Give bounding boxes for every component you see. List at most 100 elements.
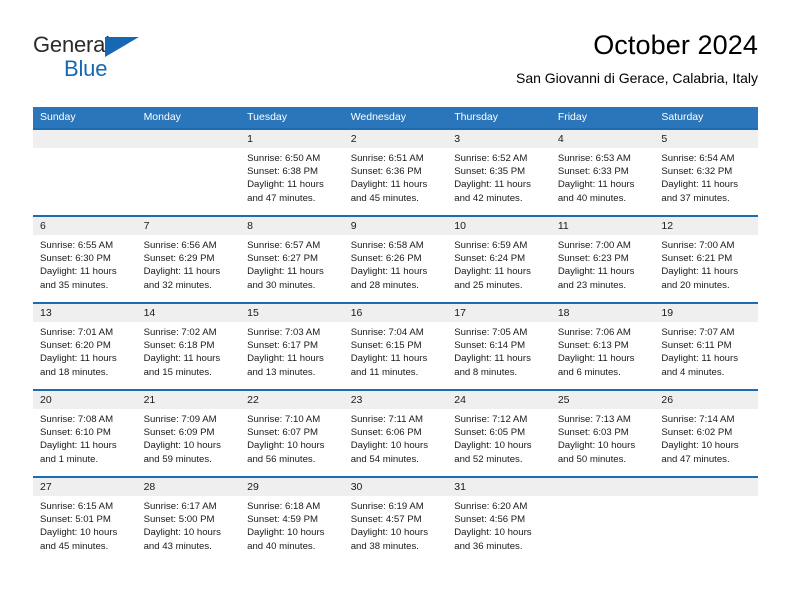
calendar-day-cell[interactable]: 6 Sunrise: 6:55 AM Sunset: 6:30 PM Daylight… [33,216,137,303]
sunrise-text: Sunrise: 6:54 AM [661,153,735,164]
calendar-day-cell[interactable]: 30 Sunrise: 6:19 AM Sunset: 4:57 PM Dayligh… [343,477,448,564]
day-details: Sunrise: 7:02 AM Sunset: 6:18 PM Daylight:… [137,322,241,379]
daylight-text-line1: Daylight: 10 hours [143,440,221,452]
sunrise-text: Sunrise: 7:05 AM [454,327,528,338]
sunset-text: Sunset: 4:57 PM [350,514,422,526]
calendar-week-row: 13 Sunrise: 7:01 AM Sunset: 6:20 PM Dayligh… [33,303,758,390]
daylight-text-line2: and 54 minutes. [350,453,419,465]
weekday-header-tuesday: Tuesday [240,107,344,129]
day-number: 2 [343,130,448,148]
calendar-day-cell[interactable]: 22 Sunrise: 7:10 AM Sunset: 6:07 PM Dayligh… [240,390,344,477]
day-number [550,478,655,496]
sunset-text: Sunset: 6:17 PM [247,340,319,352]
sunrise-text: Sunrise: 7:09 AM [143,414,217,425]
calendar-day-cell[interactable]: 21 Sunrise: 7:09 AM Sunset: 6:09 PM Dayligh… [136,390,241,477]
daylight-text-line2: and 4 minutes. [661,366,725,378]
sunset-text: Sunset: 6:07 PM [247,427,319,439]
calendar-day-cell[interactable]: 13 Sunrise: 7:01 AM Sunset: 6:20 PM Dayligh… [33,303,137,390]
sunrise-text: Sunrise: 7:01 AM [40,327,114,338]
calendar-empty-cell [136,129,241,216]
daylight-text-line1: Daylight: 11 hours [661,179,738,191]
daylight-text-line2: and 56 minutes. [247,453,316,465]
daylight-text-line1: Daylight: 11 hours [40,266,117,278]
calendar-day-cell[interactable]: 8 Sunrise: 6:57 AM Sunset: 6:27 PM Daylight… [240,216,344,303]
day-details: Sunrise: 6:52 AM Sunset: 6:35 PM Daylight:… [447,148,551,205]
weekday-header-sunday: Sunday [33,107,137,129]
calendar-day-cell[interactable]: 1 Sunrise: 6:50 AM Sunset: 6:38 PM Daylight… [240,129,344,216]
day-details: Sunrise: 6:19 AM Sunset: 4:57 PM Daylight:… [344,496,448,553]
sunrise-text: Sunrise: 7:00 AM [557,240,631,251]
sunrise-text: Sunrise: 6:51 AM [350,153,424,164]
calendar-day-cell[interactable]: 12 Sunrise: 7:00 AM Sunset: 6:21 PM Dayligh… [654,216,758,303]
day-details: Sunrise: 7:01 AM Sunset: 6:20 PM Daylight:… [33,322,137,379]
sunset-text: Sunset: 6:27 PM [247,253,319,265]
calendar-day-cell[interactable]: 10 Sunrise: 6:59 AM Sunset: 6:24 PM Dayligh… [447,216,551,303]
day-details: Sunrise: 6:18 AM Sunset: 4:59 PM Daylight:… [240,496,344,553]
sunset-text: Sunset: 6:10 PM [40,427,111,439]
calendar-day-cell[interactable]: 5 Sunrise: 6:54 AM Sunset: 6:32 PM Daylight… [654,129,758,216]
calendar-day-cell[interactable]: 3 Sunrise: 6:52 AM Sunset: 6:35 PM Daylight… [447,129,551,216]
calendar-day-cell[interactable]: 19 Sunrise: 7:07 AM Sunset: 6:11 PM Dayligh… [654,303,758,390]
calendar-day-cell[interactable]: 25 Sunrise: 7:13 AM Sunset: 6:03 PM Dayligh… [550,390,655,477]
calendar-day-cell[interactable]: 4 Sunrise: 6:53 AM Sunset: 6:33 PM Daylight… [550,129,655,216]
sunset-text: Sunset: 4:59 PM [247,514,319,526]
day-details: Sunrise: 6:58 AM Sunset: 6:26 PM Daylight:… [344,235,448,292]
calendar-day-cell[interactable]: 23 Sunrise: 7:11 AM Sunset: 6:06 PM Dayligh… [343,390,448,477]
sunset-text: Sunset: 6:32 PM [661,166,733,178]
calendar-day-cell[interactable]: 26 Sunrise: 7:14 AM Sunset: 6:02 PM Dayligh… [654,390,758,477]
day-number: 30 [343,478,448,496]
sunrise-text: Sunrise: 6:52 AM [454,153,528,164]
day-details: Sunrise: 7:12 AM Sunset: 6:05 PM Daylight:… [447,409,551,466]
calendar-day-cell[interactable]: 15 Sunrise: 7:03 AM Sunset: 6:17 PM Dayligh… [240,303,344,390]
calendar-day-cell[interactable]: 29 Sunrise: 6:18 AM Sunset: 4:59 PM Dayligh… [240,477,344,564]
daylight-text-line2: and 28 minutes. [350,279,419,291]
calendar-day-cell[interactable]: 7 Sunrise: 6:56 AM Sunset: 6:29 PM Daylight… [136,216,241,303]
day-number: 8 [240,217,344,235]
daylight-text-line2: and 47 minutes. [247,192,316,204]
day-number: 14 [136,304,241,322]
sunrise-text: Sunrise: 7:12 AM [454,414,528,425]
calendar-header-row: Sunday Monday Tuesday Wednesday Thursday Frid… [33,107,758,129]
calendar-week-row: 6 Sunrise: 6:55 AM Sunset: 6:30 PM Daylight… [33,216,758,303]
sunrise-text: Sunrise: 7:00 AM [661,240,735,251]
daylight-text-line2: and 45 minutes. [40,540,109,552]
sunset-text: Sunset: 6:26 PM [350,253,422,265]
day-details: Sunrise: 6:17 AM Sunset: 5:00 PM Daylight:… [137,496,241,553]
sunrise-text: Sunrise: 7:02 AM [143,327,217,338]
day-details: Sunrise: 7:09 AM Sunset: 6:09 PM Daylight:… [137,409,241,466]
calendar-day-cell[interactable]: 27 Sunrise: 6:15 AM Sunset: 5:01 PM Dayligh… [33,477,137,564]
calendar-day-cell[interactable]: 17 Sunrise: 7:05 AM Sunset: 6:14 PM Dayligh… [447,303,551,390]
daylight-text-line1: Daylight: 11 hours [661,353,738,365]
daylight-text-line1: Daylight: 10 hours [661,440,739,452]
sunset-text: Sunset: 6:38 PM [247,166,319,178]
daylight-text-line1: Daylight: 11 hours [350,266,428,278]
weekday-header-thursday: Thursday [447,107,551,129]
sunrise-text: Sunrise: 6:20 AM [454,501,528,512]
day-details: Sunrise: 6:54 AM Sunset: 6:32 PM Daylight:… [654,148,758,205]
calendar-day-cell[interactable]: 16 Sunrise: 7:04 AM Sunset: 6:15 PM Dayligh… [343,303,448,390]
day-number: 15 [240,304,344,322]
daylight-text-line1: Daylight: 10 hours [247,440,325,452]
sunset-text: Sunset: 6:09 PM [143,427,215,439]
day-number: 25 [550,391,655,409]
calendar-day-cell[interactable]: 24 Sunrise: 7:12 AM Sunset: 6:05 PM Dayligh… [447,390,551,477]
calendar-day-cell[interactable]: 18 Sunrise: 7:06 AM Sunset: 6:13 PM Dayligh… [550,303,655,390]
general-blue-logo[interactable]: General Blue [33,32,213,86]
calendar-day-cell[interactable]: 14 Sunrise: 7:02 AM Sunset: 6:18 PM Dayligh… [136,303,241,390]
day-details: Sunrise: 7:05 AM Sunset: 6:14 PM Daylight:… [447,322,551,379]
calendar-page: General Blue October 2024 San Giovanni d… [0,0,792,612]
day-number [136,130,241,148]
sunrise-text: Sunrise: 7:14 AM [661,414,735,425]
calendar-day-cell[interactable]: 20 Sunrise: 7:08 AM Sunset: 6:10 PM Dayligh… [33,390,137,477]
calendar-day-cell[interactable]: 2 Sunrise: 6:51 AM Sunset: 6:36 PM Daylight… [343,129,448,216]
calendar-day-cell[interactable]: 9 Sunrise: 6:58 AM Sunset: 6:26 PM Daylight… [343,216,448,303]
logo-text-blue: Blue [64,56,108,81]
day-number: 16 [343,304,448,322]
calendar-day-cell[interactable]: 28 Sunrise: 6:17 AM Sunset: 5:00 PM Dayligh… [136,477,241,564]
sunrise-text: Sunrise: 6:15 AM [40,501,114,512]
sunrise-text: Sunrise: 7:13 AM [557,414,631,425]
calendar-day-cell[interactable]: 31 Sunrise: 6:20 AM Sunset: 4:56 PM Dayligh… [447,477,551,564]
day-number: 13 [33,304,137,322]
sunset-text: Sunset: 5:01 PM [40,514,111,526]
calendar-day-cell[interactable]: 11 Sunrise: 7:00 AM Sunset: 6:23 PM Dayligh… [550,216,655,303]
